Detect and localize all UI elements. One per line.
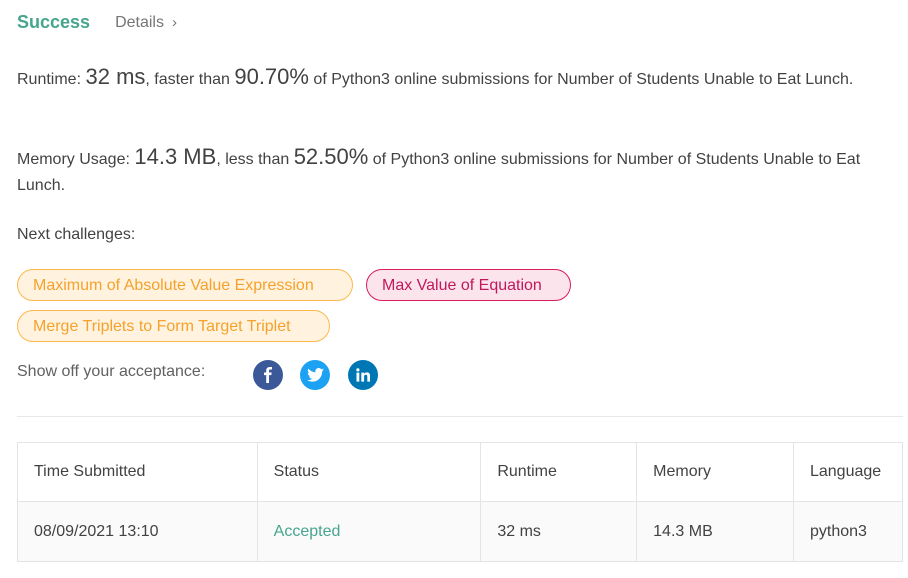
- runtime-stat: Runtime: 32 ms, faster than 90.70% of Py…: [17, 64, 903, 93]
- facebook-glyph: [264, 367, 272, 383]
- table-row: 08/09/2021 13:10 Accepted 32 ms 14.3 MB …: [17, 501, 904, 562]
- facebook-icon[interactable]: [253, 360, 283, 390]
- cell-runtime: 32 ms: [480, 501, 638, 562]
- share-label: Show off your acceptance:: [17, 363, 206, 380]
- challenge-chip-merge-triplets[interactable]: Merge Triplets to Form Target Triplet: [17, 310, 330, 342]
- twitter-icon[interactable]: [300, 360, 330, 390]
- accepted-link[interactable]: Accepted: [274, 523, 341, 540]
- runtime-label: Runtime:: [17, 71, 82, 88]
- runtime-percent: 90.70%: [234, 64, 309, 89]
- submissions-table: Time Submitted Status Runtime Memory Lan…: [17, 442, 904, 562]
- memory-comparison: , less than: [216, 151, 294, 168]
- header-memory[interactable]: Memory: [636, 442, 794, 502]
- runtime-value: 32 ms: [85, 64, 146, 89]
- linkedin-glyph: [356, 368, 370, 382]
- cell-memory: 14.3 MB: [636, 501, 794, 562]
- next-challenges-label: Next challenges:: [17, 226, 136, 243]
- cell-language: python3: [792, 501, 904, 562]
- status-title: Success: [17, 12, 91, 32]
- cell-time-submitted: 08/09/2021 13:10: [17, 501, 258, 562]
- memory-stat: Memory Usage: 14.3 MB, less than 52.50% …: [17, 144, 903, 199]
- runtime-suffix: of Python3 online submissions for Number…: [313, 71, 854, 88]
- cell-status: Accepted: [256, 501, 482, 562]
- challenge-chip-max-value-equation[interactable]: Max Value of Equation: [366, 269, 571, 301]
- result-header: Success Details ›: [17, 12, 177, 33]
- details-link[interactable]: Details ›: [115, 14, 177, 32]
- runtime-comparison: , faster than: [145, 71, 235, 88]
- memory-percent: 52.50%: [293, 144, 369, 169]
- table-header-row: Time Submitted Status Runtime Memory Lan…: [17, 442, 904, 502]
- details-label: Details: [115, 13, 164, 31]
- chevron-right-icon: ›: [171, 14, 177, 31]
- header-language[interactable]: Language: [792, 442, 904, 502]
- header-runtime[interactable]: Runtime: [480, 442, 638, 502]
- twitter-glyph: [306, 368, 324, 382]
- memory-label: Memory Usage:: [17, 151, 130, 168]
- memory-value: 14.3 MB: [134, 144, 217, 169]
- linkedin-icon[interactable]: [348, 360, 378, 390]
- header-status[interactable]: Status: [256, 442, 482, 502]
- challenge-chip-max-abs-value[interactable]: Maximum of Absolute Value Expression: [17, 269, 353, 301]
- header-time-submitted[interactable]: Time Submitted: [17, 442, 258, 502]
- divider: [17, 416, 903, 417]
